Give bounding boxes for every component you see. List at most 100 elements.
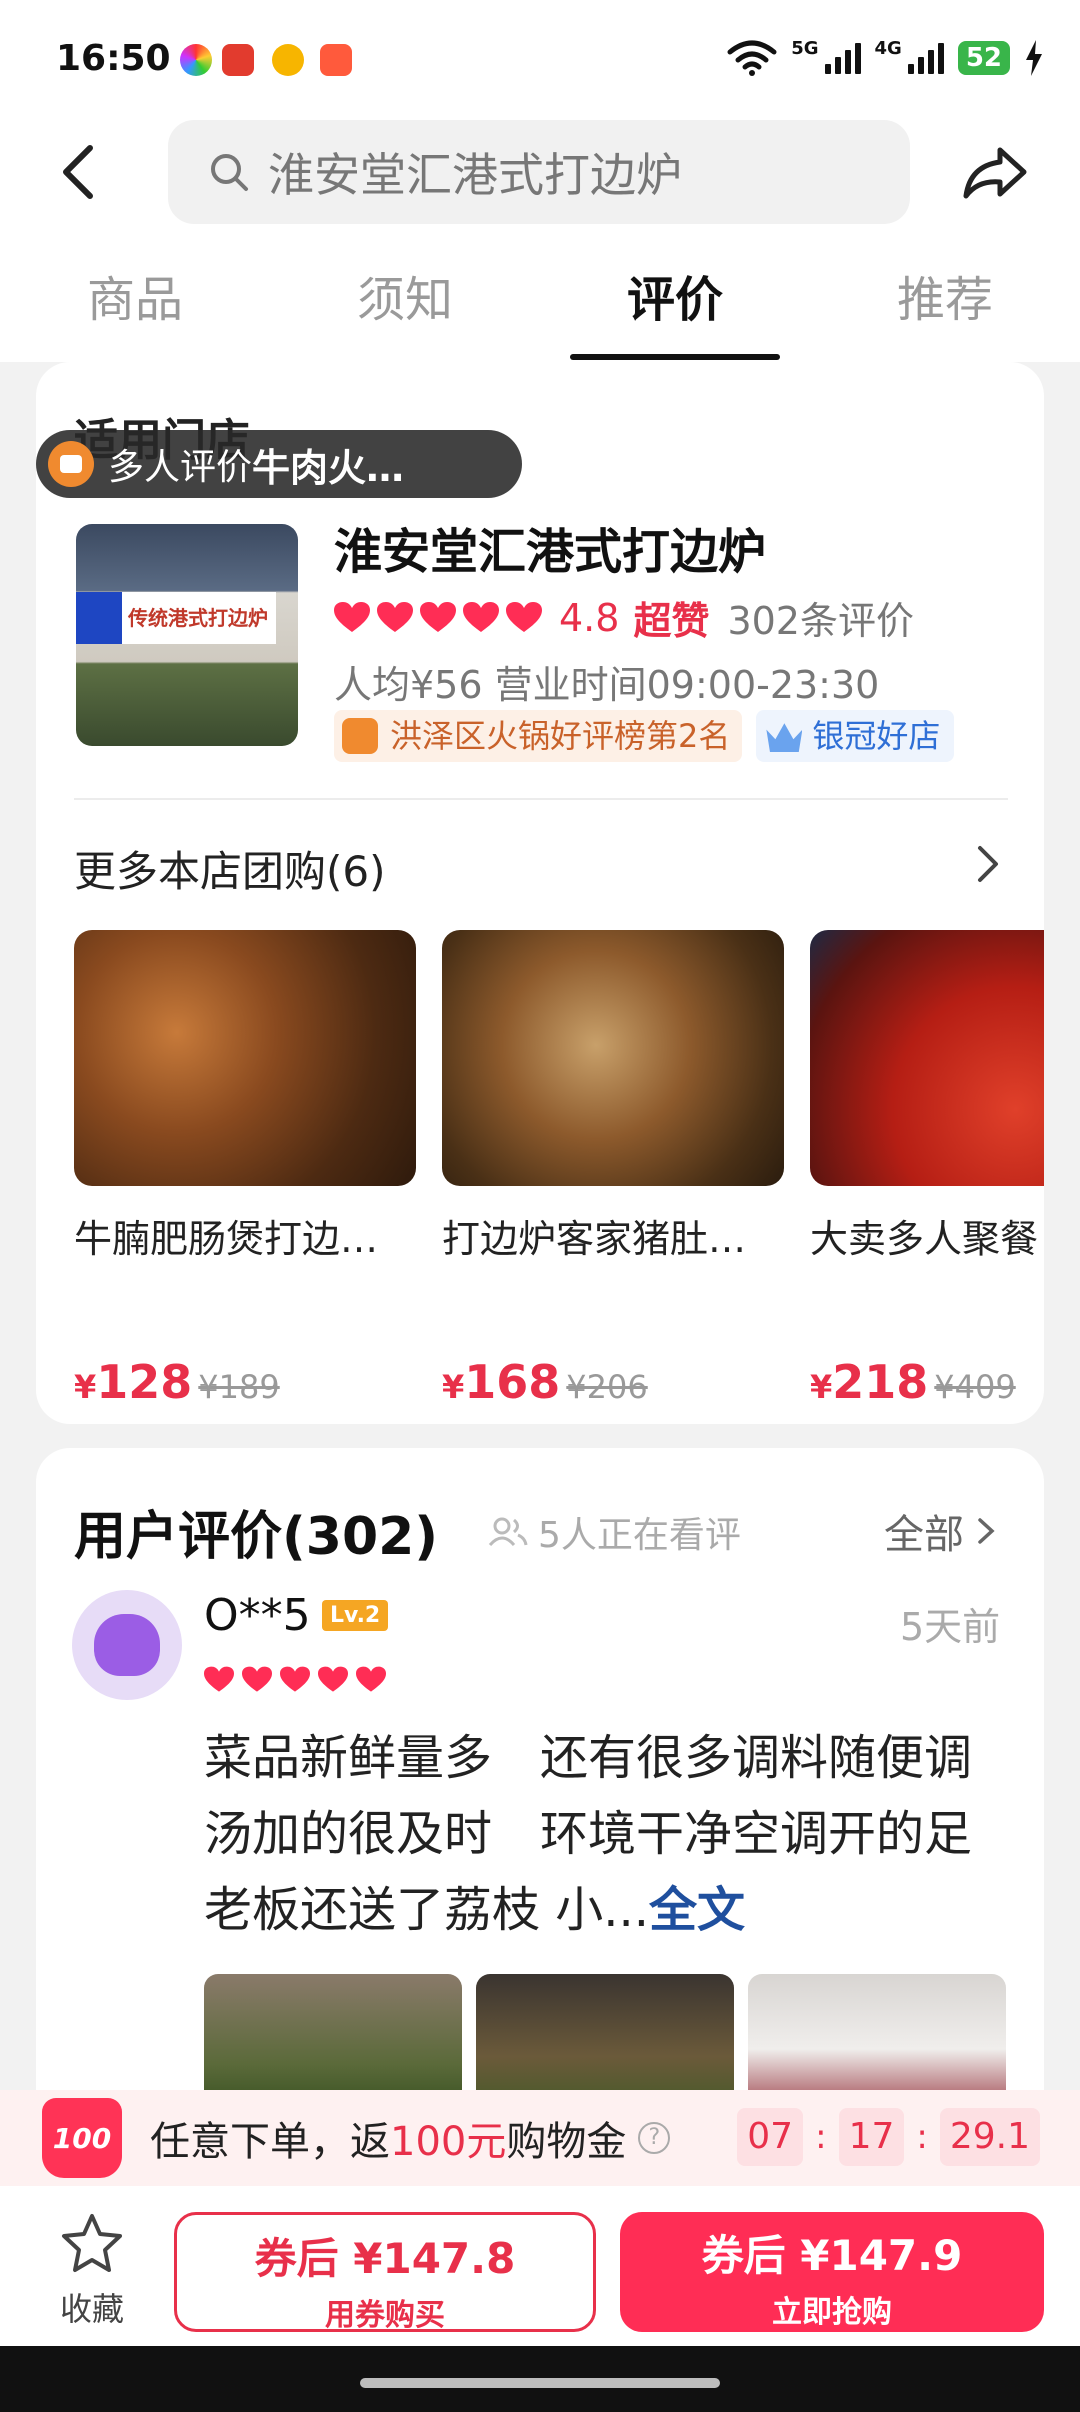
heart-icon <box>506 601 542 632</box>
store-sign-text: 传统港式打边炉 <box>128 606 268 630</box>
rank-badge-text: 洪泽区火锅好评榜第2名 <box>390 717 731 755</box>
rank-badge[interactable]: 洪泽区火锅好评榜第2名 <box>334 710 743 762</box>
avatar[interactable] <box>72 1590 182 1700</box>
tab-bar: 商品 须知 评价 推荐 <box>0 250 1080 360</box>
rating-word: 超赞 <box>633 599 710 643</box>
back-arrow-icon[interactable] <box>54 140 104 204</box>
tab-recommend[interactable]: 推荐 <box>810 250 1080 360</box>
status-indicators: 5G 4G 52 <box>727 38 1044 78</box>
signal-5g-icon <box>824 42 861 74</box>
signal-4g-icon <box>907 42 944 74</box>
network-type-5g: 5G <box>791 37 819 59</box>
reviews-title: 用户评价(302) <box>74 1507 439 1567</box>
buy-label: 立即抢购 <box>772 2295 892 2330</box>
deal-name: 大卖多人聚餐 <box>810 1217 1039 1261</box>
review-count[interactable]: 302条评价 <box>727 590 914 645</box>
deal-name: 打边炉客家猪肚… <box>442 1217 747 1261</box>
photos-icon <box>180 44 212 76</box>
douyin-icon <box>342 718 378 754</box>
deal-image <box>810 930 1044 1186</box>
tab-notice[interactable]: 须知 <box>270 250 540 360</box>
store-meta: 人均¥56 营业时间09:00-23:30 <box>334 663 880 707</box>
charging-icon <box>1026 40 1042 76</box>
timer-hours: 07 <box>737 2108 804 2166</box>
favorite-button[interactable]: 收藏 <box>56 2212 128 2330</box>
store-photo[interactable]: 传统港式打边炉 <box>76 524 298 746</box>
store-name[interactable]: 淮安堂汇港式打边炉 <box>334 512 766 582</box>
buy-price: 券后 ¥147.9 <box>701 2231 963 2280</box>
overlay-label: 多人评价 <box>108 447 253 488</box>
coupon-label: 用券购买 <box>325 2298 445 2333</box>
chevron-right-icon[interactable] <box>972 842 1002 886</box>
coupon-buy-button[interactable]: 券后 ¥147.8 用券购买 <box>174 2212 596 2333</box>
heart-icon <box>318 1666 348 1692</box>
store-badges: 洪泽区火锅好评榜第2名 银冠好店 <box>334 710 955 762</box>
weibo-icon <box>272 44 304 76</box>
heart-icon <box>463 601 499 632</box>
rating-value: 4.8 <box>559 595 620 640</box>
full-text-link[interactable]: 全文 <box>649 1882 745 1938</box>
viewers-text: 5人正在看评 <box>538 1515 741 1556</box>
review-hearts <box>204 1666 394 1694</box>
all-reviews-link[interactable]: 全部 <box>884 1502 996 1560</box>
silver-badge[interactable]: 银冠好店 <box>756 710 955 762</box>
help-icon[interactable]: ? <box>638 2122 671 2154</box>
buy-now-button[interactable]: 券后 ¥147.9 立即抢购 <box>620 2212 1044 2332</box>
heart-icon <box>377 601 413 632</box>
review-overlay-pill[interactable]: 多人评价 牛肉火… <box>36 430 522 498</box>
review-username[interactable]: O**5 <box>204 1590 311 1641</box>
deal-card[interactable]: 大卖多人聚餐 ¥218 ¥409 <box>810 930 1044 1409</box>
crown-icon <box>766 723 803 752</box>
search-icon <box>211 154 248 191</box>
heart-icon <box>280 1666 310 1692</box>
cashback-promo[interactable]: 100 任意下单，返100元购物金 ? 07 : 17 : 29.1 <box>0 2090 1080 2186</box>
viewers-count: 5人正在看评 <box>488 1506 741 1558</box>
deal-image <box>442 930 784 1186</box>
promo-text: 任意下单，返100元购物金 <box>150 2119 627 2165</box>
countdown-timer: 07 : 17 : 29.1 <box>737 2108 1040 2166</box>
deal-price: ¥218 ¥409 <box>810 1355 1016 1409</box>
timer-minutes: 17 <box>838 2108 905 2166</box>
promo-badge: 100 <box>42 2098 122 2178</box>
all-reviews-label: 全部 <box>884 1512 964 1558</box>
overlay-item: 牛肉火… <box>252 445 405 490</box>
deal-price: ¥128 ¥189 <box>74 1355 280 1409</box>
heart-icon <box>334 601 370 632</box>
tab-reviews[interactable]: 评价 <box>540 250 810 360</box>
share-icon[interactable] <box>960 140 1030 204</box>
wifi-icon <box>727 40 777 76</box>
store-sign: 传统港式打边炉 <box>76 592 276 644</box>
more-deals-title[interactable]: 更多本店团购(6) <box>74 838 386 899</box>
sogou-icon <box>222 44 254 76</box>
app-icon <box>320 44 352 76</box>
favorite-label: 收藏 <box>59 2290 124 2328</box>
deal-card[interactable]: 牛腩肥肠煲打边… ¥128 ¥189 <box>74 930 416 1409</box>
heart-icon <box>204 1666 234 1692</box>
deal-name: 牛腩肥肠煲打边… <box>74 1217 379 1261</box>
deal-image <box>74 930 416 1186</box>
network-type-4g: 4G <box>874 37 902 59</box>
divider <box>74 798 1008 800</box>
heart-icon <box>242 1666 272 1692</box>
tab-products[interactable]: 商品 <box>0 250 270 360</box>
user-level-badge: Lv.2 <box>322 1600 389 1631</box>
chevron-right-icon <box>978 1518 995 1544</box>
battery-level: 52 <box>957 41 1010 75</box>
home-indicator[interactable] <box>360 2378 720 2388</box>
review-time: 5天前 <box>900 1605 1001 1649</box>
review-body: 菜品新鲜量多 还有很多调料随便调 汤加的很及时 环境干净空调开的足 老板还送了荔… <box>204 1730 1021 1938</box>
status-time: 16:50 <box>56 38 171 79</box>
chat-bubble-icon <box>48 441 94 487</box>
search-bar[interactable]: 淮安堂汇港式打边炉 <box>168 120 910 224</box>
heart-icon <box>420 601 456 632</box>
deal-price: ¥168 ¥206 <box>442 1355 648 1409</box>
coupon-price: 券后 ¥147.8 <box>254 2234 516 2283</box>
review-text[interactable]: 菜品新鲜量多 还有很多调料随便调 汤加的很及时 环境干净空调开的足 老板还送了荔… <box>204 1720 1020 1948</box>
people-icon <box>488 1517 528 1547</box>
search-text: 淮安堂汇港式打边炉 <box>268 148 682 202</box>
heart-icon <box>356 1666 386 1692</box>
star-icon <box>62 2214 122 2272</box>
timer-seconds: 29.1 <box>939 2108 1040 2166</box>
deal-card[interactable]: 打边炉客家猪肚… ¥168 ¥206 <box>442 930 784 1409</box>
silver-badge-text: 银冠好店 <box>812 717 941 755</box>
